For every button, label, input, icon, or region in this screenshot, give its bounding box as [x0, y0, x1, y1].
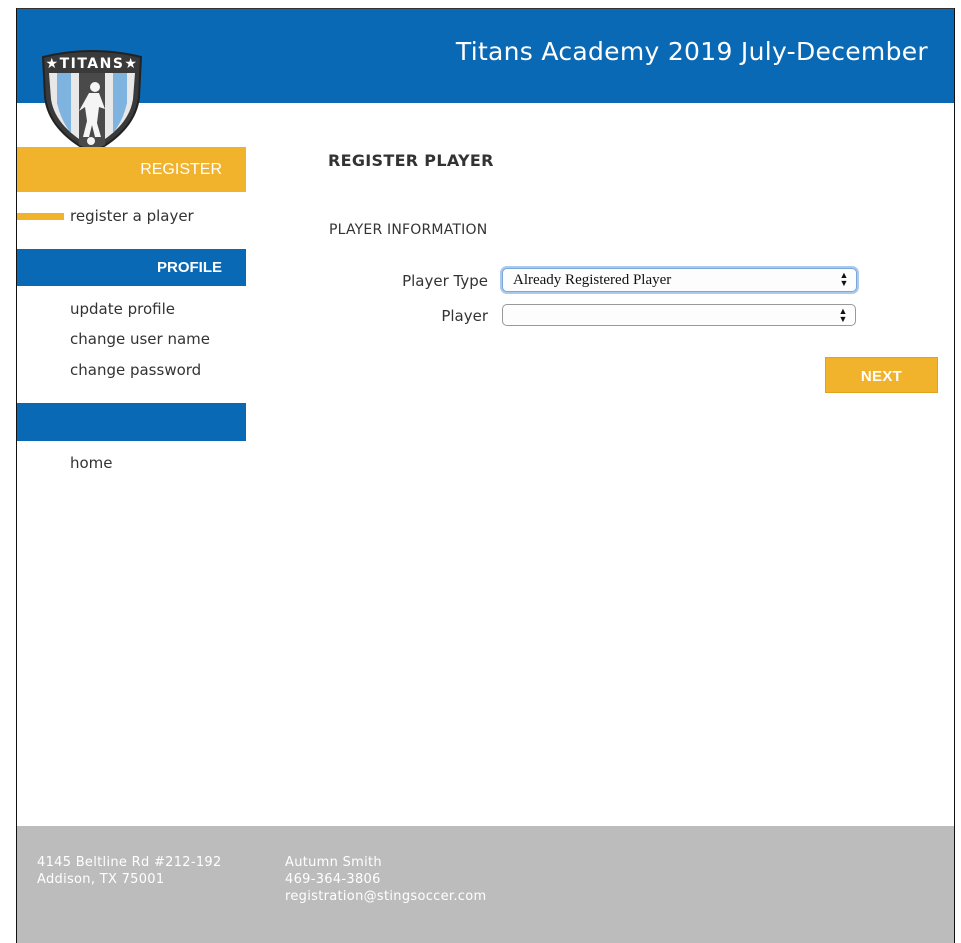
select-arrows-icon: ▲ ▼	[839, 270, 849, 288]
profile-section-header: PROFILE	[17, 249, 246, 286]
player-type-label: Player Type	[402, 272, 488, 290]
section-title: PLAYER INFORMATION	[329, 222, 488, 238]
register-section-header: REGISTER	[17, 147, 246, 192]
page-title: REGISTER PLAYER	[328, 151, 494, 170]
page-frame: Titans Academy 2019 July-December ★TITAN…	[16, 8, 955, 943]
home-link[interactable]: home	[70, 454, 113, 472]
titans-logo[interactable]: ★TITANS★ FC	[39, 47, 145, 155]
select-arrows-icon: ▲ ▼	[838, 306, 848, 324]
contact-email[interactable]: registration@stingsoccer.com	[285, 888, 486, 905]
next-button[interactable]: NEXT	[825, 357, 938, 393]
update-profile-link[interactable]: update profile	[70, 300, 175, 318]
player-type-select[interactable]: Already Registered Player ▲ ▼	[502, 268, 857, 292]
logo-wordmark: ★TITANS★	[46, 56, 139, 72]
contact-name: Autumn Smith	[285, 855, 382, 870]
address-line-2: Addison, TX 75001	[37, 872, 165, 887]
change-user-name-link[interactable]: change user name	[70, 330, 210, 348]
register-player-link[interactable]: register a player	[70, 207, 194, 225]
footer-address: 4145 Beltline Rd #212-192 Addison, TX 75…	[37, 854, 222, 888]
active-link-indicator	[17, 213, 64, 220]
player-label: Player	[441, 307, 488, 325]
change-password-link[interactable]: change password	[70, 361, 201, 379]
contact-phone: 469-364-3806	[285, 872, 381, 887]
footer-contact: Autumn Smith 469-364-3806 registration@s…	[285, 854, 486, 905]
header-bar: Titans Academy 2019 July-December	[17, 9, 954, 103]
player-select[interactable]: ▲ ▼	[502, 304, 856, 326]
address-line-1: 4145 Beltline Rd #212-192	[37, 855, 222, 870]
footer: 4145 Beltline Rd #212-192 Addison, TX 75…	[17, 826, 954, 943]
player-type-value: Already Registered Player	[513, 272, 672, 288]
site-title: Titans Academy 2019 July-December	[455, 37, 928, 66]
home-section-header	[17, 403, 246, 441]
